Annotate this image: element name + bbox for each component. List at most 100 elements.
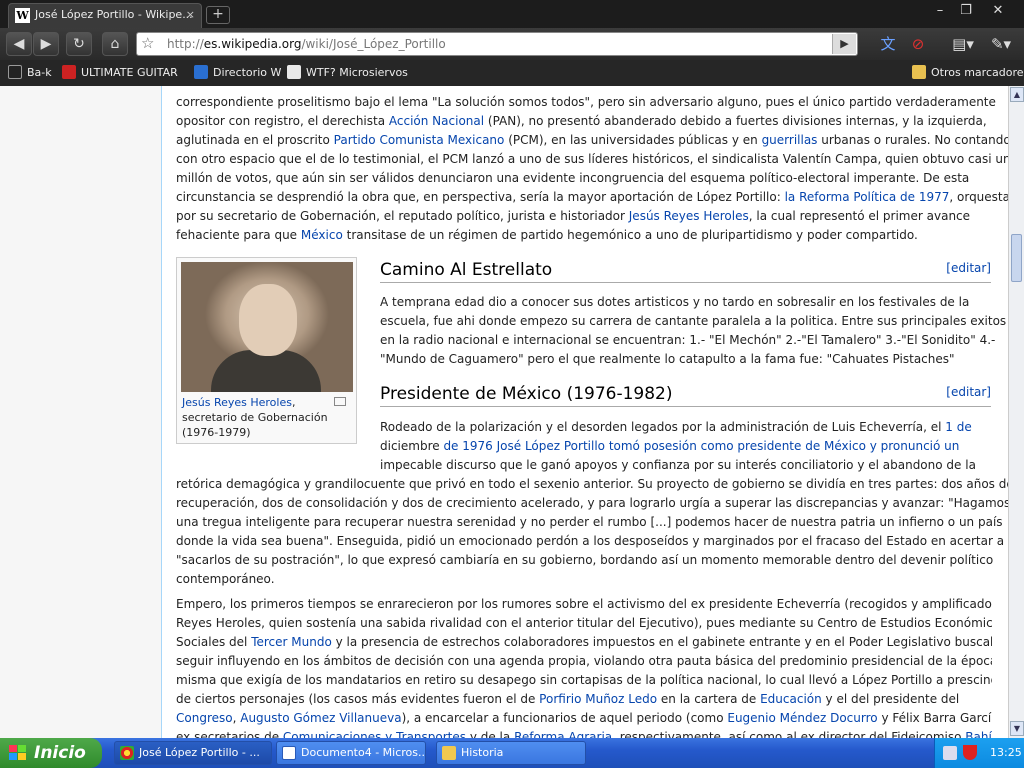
- chrome-icon: [120, 746, 134, 760]
- block-extension-icon[interactable]: ⊘: [906, 33, 930, 55]
- maximize-button[interactable]: ❐: [954, 2, 978, 20]
- text-line: recuperación, dos de consolidación y dos…: [176, 496, 1011, 510]
- wiki-link[interactable]: Partido Comunista Mexicano: [334, 133, 505, 147]
- text-line: una tregua inteligente para recuperar nu…: [176, 515, 1003, 529]
- wiki-link[interactable]: Educación: [760, 692, 822, 706]
- wiki-link[interactable]: México: [301, 228, 343, 242]
- text-line: impecable discurso que le ganó apoyos y …: [380, 458, 976, 472]
- system-tray: 13:25: [934, 738, 1024, 768]
- vertical-scrollbar[interactable]: ▲ ▼: [1008, 86, 1024, 738]
- text-line: ex secretarios de Comunicaciones y Trans…: [176, 728, 992, 738]
- text-line: retórica demagógica y grandilocuente que…: [176, 477, 1014, 491]
- wiki-link[interactable]: Acción Nacional: [389, 114, 484, 128]
- edit-link[interactable]: [editar]: [946, 381, 991, 403]
- scroll-down-icon[interactable]: ▼: [1010, 721, 1024, 736]
- wiki-link[interactable]: Tercer Mundo: [251, 635, 332, 649]
- presidente-paragraph-2: Empero, los primeros tiempos se enrareci…: [176, 595, 992, 738]
- new-tab-button[interactable]: +: [206, 6, 230, 24]
- bookmark-item[interactable]: Directorio W: [194, 65, 281, 79]
- wiki-link[interactable]: la Reforma Política de 1977: [785, 190, 950, 204]
- taskbar-item-word[interactable]: Documento4 - Micros...: [276, 741, 426, 765]
- text-line: aglutinada en el proscrito Partido Comun…: [176, 133, 1011, 147]
- guitar-favicon-icon: [62, 65, 76, 79]
- taskbar-item-folder[interactable]: Historia: [436, 741, 586, 765]
- scroll-thumb[interactable]: [1011, 234, 1022, 282]
- text-line: Reyes Heroles, quien sostenía una sabida…: [176, 616, 992, 630]
- wiki-link[interactable]: Eugenio Méndez Docurro: [727, 711, 877, 725]
- text-line: en la radio nacional e internacional se …: [380, 333, 996, 347]
- text-line: opositor con registro, el derechista Acc…: [176, 114, 987, 128]
- taskbar-item-browser[interactable]: José López Portillo - ...: [114, 741, 272, 765]
- text-line: Rodeado de la polarización y el desorden…: [380, 420, 972, 434]
- wiki-link[interactable]: guerrillas: [762, 133, 818, 147]
- estrellato-paragraph: A temprana edad dio a conocer sus dotes …: [380, 293, 1007, 369]
- text-line: millón de votos, que aún sin ser válidos…: [176, 171, 970, 185]
- bookmarks-bar: Ba-k ULTIMATE GUITAR Directorio W WTF? M…: [0, 60, 1024, 86]
- address-bar[interactable]: ☆ http://es.wikipedia.org/wiki/José_Lópe…: [136, 32, 858, 56]
- bookmark-favicon-icon: [8, 65, 22, 79]
- edit-link[interactable]: [editar]: [946, 257, 991, 279]
- section-heading-presidente: Presidente de México (1976-1982) [editar…: [380, 383, 991, 407]
- text-line: diciembre de 1976 José López Portillo to…: [380, 439, 960, 453]
- text-line: "sacarlos de su postración", lo que expr…: [176, 553, 994, 567]
- bookmark-item[interactable]: WTF? Microsiervos: [287, 65, 408, 79]
- wiki-link[interactable]: Bahía de: [965, 730, 992, 738]
- text-line: con otro espacio que el de lo testimonia…: [176, 152, 1011, 166]
- presidente-paragraph-start: Rodeado de la polarización y el desorden…: [380, 418, 992, 475]
- text-line: Sociales del Tercer Mundo y la presencia…: [176, 635, 992, 649]
- wiki-link[interactable]: Augusto Gómez Villanueva: [240, 711, 401, 725]
- browser-toolbar: ◀ ▶ ↻ ⌂ ☆ http://es.wikipedia.org/wiki/J…: [0, 28, 1024, 60]
- wiki-link[interactable]: Porfirio Muñoz Ledo: [539, 692, 657, 706]
- bookmark-item[interactable]: Ba-k: [8, 65, 52, 79]
- text-line: contemporáneo.: [176, 572, 275, 586]
- intro-paragraph: correspondiente proselitismo bajo el lem…: [176, 93, 1024, 245]
- reload-button[interactable]: ↻: [66, 32, 92, 56]
- directorio-favicon-icon: [194, 65, 208, 79]
- section-heading-estrellato: Camino Al Estrellato [editar]: [380, 259, 991, 283]
- text-line: misma que exigía de los mandatarios en r…: [176, 673, 992, 687]
- caption-link[interactable]: Jesús Reyes Heroles: [182, 396, 292, 409]
- bookmark-star-icon[interactable]: ☆: [141, 34, 154, 52]
- wikipedia-favicon-icon: W: [15, 8, 30, 23]
- text-line: por su secretario de Gobernación, el rep…: [176, 209, 971, 223]
- browser-tab[interactable]: W José López Portillo - Wikipe... ×: [8, 3, 202, 28]
- windows-logo-icon: [9, 745, 26, 760]
- close-window-button[interactable]: ✕: [986, 2, 1010, 20]
- home-button[interactable]: ⌂: [102, 32, 128, 56]
- text-line: de ciertos personajes (los casos más evi…: [176, 692, 960, 706]
- wiki-link[interactable]: Congreso: [176, 711, 233, 725]
- text-line: A temprana edad dio a conocer sus dotes …: [380, 295, 970, 309]
- tab-close-icon[interactable]: ×: [186, 4, 195, 26]
- tab-strip: W José López Portillo - Wikipe... × + – …: [0, 0, 1024, 28]
- network-icon[interactable]: [943, 746, 957, 760]
- text-line: donde la vida sea buena". Enseguida, pid…: [176, 534, 1005, 548]
- go-button[interactable]: ▶: [832, 34, 856, 54]
- text-line: Empero, los primeros tiempos se enrareci…: [176, 597, 992, 611]
- clock: 13:25: [990, 746, 1022, 759]
- wiki-link[interactable]: 1 de: [945, 420, 971, 434]
- folder-icon: [912, 65, 926, 79]
- magnify-icon[interactable]: [334, 397, 346, 406]
- start-button[interactable]: Inicio: [0, 738, 102, 768]
- wrench-menu-icon[interactable]: ✎▾: [986, 33, 1016, 55]
- minimize-button[interactable]: –: [928, 2, 952, 20]
- security-shield-icon[interactable]: [963, 745, 977, 760]
- wiki-link[interactable]: Jesús Reyes Heroles: [629, 209, 749, 223]
- other-bookmarks[interactable]: Otros marcadores: [912, 65, 1024, 79]
- microsiervos-favicon-icon: [287, 65, 301, 79]
- scroll-up-icon[interactable]: ▲: [1010, 87, 1024, 102]
- wiki-link[interactable]: de 1976 José López Portillo tomó posesió…: [440, 439, 959, 453]
- page-menu-icon[interactable]: ▤▾: [948, 33, 978, 55]
- reyes-heroles-photo[interactable]: [181, 262, 353, 392]
- forward-button[interactable]: ▶: [33, 32, 59, 56]
- image-thumbnail: Jesús Reyes Heroles, secretario de Gober…: [176, 257, 357, 444]
- text-line: circunstancia se desprendió la obra que,…: [176, 190, 1024, 204]
- wiki-link[interactable]: Reforma Agraria: [514, 730, 612, 738]
- bookmark-item[interactable]: ULTIMATE GUITAR: [62, 65, 178, 79]
- wiki-link[interactable]: Comunicaciones y Transportes: [283, 730, 466, 738]
- text-line: escuela, fue ahi donde empezo su carrera…: [380, 314, 1007, 328]
- taskbar: Inicio José López Portillo - ... Documen…: [0, 738, 1024, 768]
- translate-extension-icon[interactable]: 文: [876, 33, 900, 55]
- back-button[interactable]: ◀: [6, 32, 32, 56]
- folder-icon: [442, 746, 456, 760]
